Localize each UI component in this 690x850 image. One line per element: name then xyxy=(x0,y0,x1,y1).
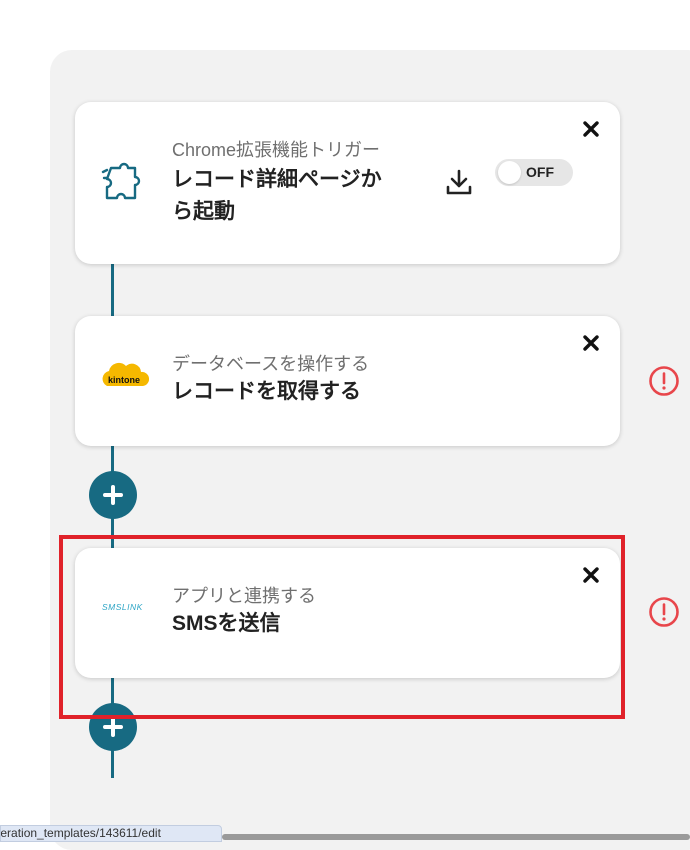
warning-icon[interactable] xyxy=(648,596,680,628)
trigger-title-line1: レコード詳細ページか xyxy=(172,168,382,191)
trigger-toggle[interactable]: OFF xyxy=(495,159,573,186)
kintone-logo: kintone xyxy=(99,360,150,396)
trigger-title-line2: ら起動 xyxy=(172,200,235,223)
toggle-knob xyxy=(498,161,521,184)
status-url-text: operation_templates/143611/edit xyxy=(0,826,161,840)
add-step-button[interactable] xyxy=(89,471,137,519)
download-icon[interactable] xyxy=(443,166,475,198)
kintone-card[interactable]: kintone データベースを操作する レコードを取得する xyxy=(75,316,620,446)
flow-connector xyxy=(111,262,114,318)
kintone-subtitle: データベースを操作する xyxy=(172,354,370,374)
kintone-title: レコードを取得する xyxy=(172,380,361,403)
puzzle-icon xyxy=(101,160,147,206)
status-url: operation_templates/143611/edit xyxy=(0,825,222,842)
trigger-subtitle: Chrome拡張機能トリガー xyxy=(172,140,381,160)
horizontal-scrollbar[interactable] xyxy=(222,834,690,840)
close-icon[interactable] xyxy=(580,332,602,354)
warning-icon[interactable] xyxy=(648,365,680,397)
close-icon[interactable] xyxy=(580,118,602,140)
trigger-card[interactable]: Chrome拡張機能トリガー レコード詳細ページか ら起動 OFF xyxy=(75,102,620,264)
toggle-label: OFF xyxy=(526,164,554,180)
highlight-box xyxy=(59,535,625,719)
trigger-title: レコード詳細ページか ら起動 xyxy=(172,164,382,228)
kintone-logo-text: kintone xyxy=(108,375,140,385)
